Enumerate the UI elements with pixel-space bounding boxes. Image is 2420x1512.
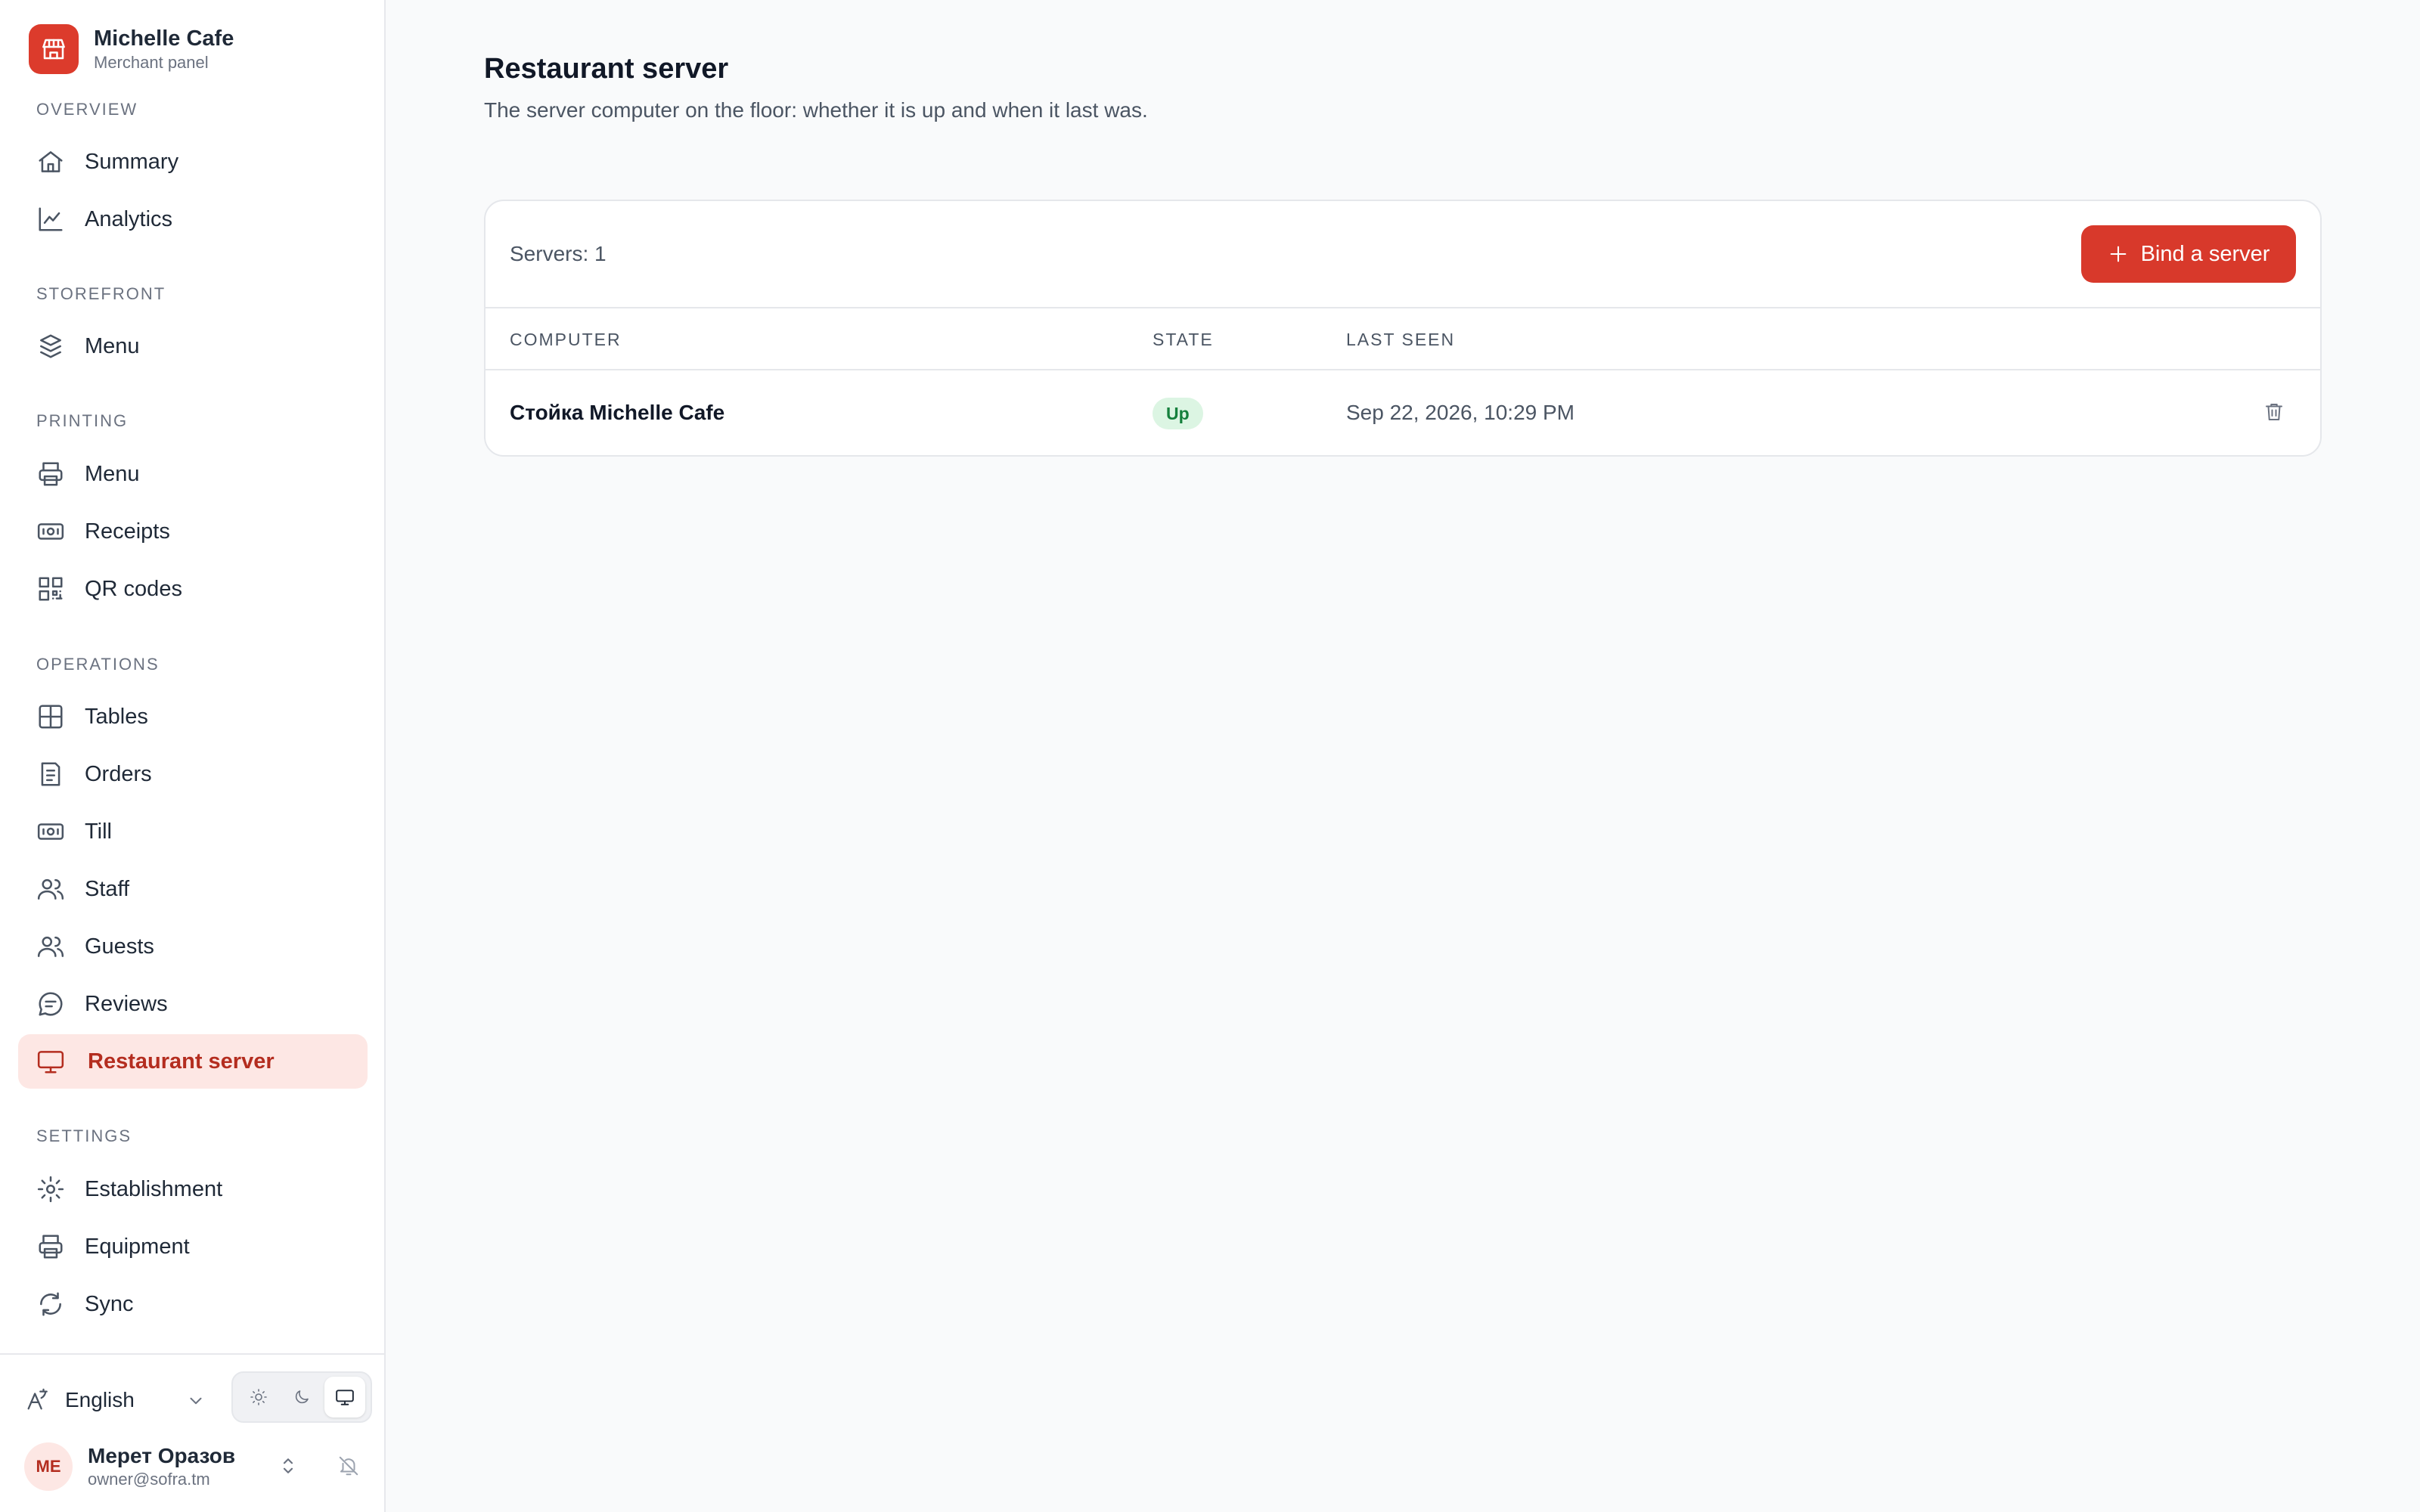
cash-icon <box>36 817 65 846</box>
sidebar-item-tables[interactable]: Tables <box>18 689 368 744</box>
sidebar-item-sync[interactable]: Sync <box>18 1277 368 1331</box>
brand-name: Michelle Cafe <box>94 26 234 51</box>
sidebar-item-restaurant-server[interactable]: Restaurant server <box>18 1034 368 1089</box>
banknote-icon <box>36 517 65 546</box>
sidebar-item-label: Establishment <box>85 1176 223 1201</box>
qr-code-icon <box>36 575 65 603</box>
table-row[interactable]: Стойка Michelle Cafe Up Sep 22, 2026, 10… <box>486 370 2320 455</box>
sidebar-item-summary[interactable]: Summary <box>18 135 368 189</box>
receipt-icon <box>36 760 65 789</box>
bind-server-label: Bind a server <box>2140 241 2270 266</box>
section-label-printing: PRINTING <box>36 411 129 430</box>
section-label-overview: OVERVIEW <box>36 100 138 119</box>
translate-icon <box>24 1387 50 1413</box>
moon-icon <box>293 1388 311 1406</box>
refresh-icon <box>36 1290 65 1318</box>
printer-icon <box>36 1232 65 1261</box>
printer-icon <box>36 460 65 488</box>
theme-dark-button[interactable] <box>281 1377 322 1418</box>
sidebar-item-analytics[interactable]: Analytics <box>18 192 368 246</box>
table-header: COMPUTER STATE LAST SEEN <box>486 308 2320 370</box>
sidebar-item-label: Till <box>85 819 112 844</box>
chat-icon <box>36 990 65 1018</box>
sidebar-item-qr-codes[interactable]: QR codes <box>18 562 368 616</box>
chevron-down-icon <box>186 1391 206 1411</box>
theme-switch <box>231 1371 372 1423</box>
sidebar-item-label: Menu <box>85 333 140 358</box>
sidebar-item-label: Reviews <box>85 991 168 1016</box>
computer-name: Стойка Michelle Cafe <box>510 401 725 424</box>
sidebar-item-label: Equipment <box>85 1234 190 1259</box>
sidebar-item-label: Guests <box>85 934 154 959</box>
plus-icon <box>2108 243 2129 265</box>
chart-line-icon <box>36 205 65 234</box>
section-label-settings: SETTINGS <box>36 1126 132 1145</box>
monitor-icon <box>36 1047 65 1076</box>
servers-card: Servers: 1 Bind a server COMPUTER STATE … <box>484 200 2322 457</box>
sidebar-item-label: Analytics <box>85 206 173 231</box>
section-label-operations: OPERATIONS <box>36 655 160 674</box>
page-subtitle: The server computer on the floor: whethe… <box>484 98 1148 122</box>
column-header-state[interactable]: STATE <box>1153 330 1214 350</box>
language-select[interactable]: English <box>24 1377 206 1423</box>
user-email: owner@sofra.tm <box>88 1470 210 1489</box>
brand[interactable]: Michelle Cafe Merchant panel <box>29 24 234 74</box>
brand-subtitle: Merchant panel <box>94 53 209 72</box>
home-icon <box>36 147 65 176</box>
storefront-icon <box>29 24 79 74</box>
sidebar-item-reviews[interactable]: Reviews <box>18 977 368 1031</box>
bell-off-icon[interactable] <box>337 1455 360 1477</box>
sidebar-item-label: Summary <box>85 149 179 174</box>
sidebar-item-label: Tables <box>85 704 148 729</box>
sidebar: Michelle Cafe Merchant panel OVERVIEW Su… <box>0 0 386 1512</box>
sidebar-item-label: Restaurant server <box>88 1049 275 1074</box>
main-content: Restaurant server The server computer on… <box>386 0 2420 1512</box>
sidebar-item-label: Receipts <box>85 519 170 544</box>
theme-system-button[interactable] <box>324 1377 365 1418</box>
sidebar-item-label: Orders <box>85 761 152 786</box>
theme-light-button[interactable] <box>238 1377 279 1418</box>
section-label-storefront: STOREFRONT <box>36 284 166 303</box>
sidebar-item-label: Sync <box>85 1291 134 1316</box>
sidebar-item-receipts[interactable]: Receipts <box>18 504 368 559</box>
sidebar-item-staff[interactable]: Staff <box>18 862 368 916</box>
language-label: English <box>65 1388 135 1411</box>
column-header-computer[interactable]: COMPUTER <box>510 330 622 350</box>
chevrons-up-down-icon <box>277 1455 299 1477</box>
trash-icon[interactable] <box>2263 401 2285 423</box>
avatar: ME <box>24 1442 73 1491</box>
sun-icon <box>250 1388 268 1406</box>
user-name: Мерет Оразов <box>88 1444 236 1467</box>
guests-icon <box>36 932 65 961</box>
sidebar-item-label: Staff <box>85 876 130 901</box>
sidebar-item-guests[interactable]: Guests <box>18 919 368 974</box>
user-menu[interactable]: ME Мерет Оразов owner@sofra.tm <box>24 1436 372 1497</box>
sidebar-item-label: Menu <box>85 461 140 486</box>
sidebar-item-printing-menu[interactable]: Menu <box>18 447 368 501</box>
sidebar-item-storefront-menu[interactable]: Menu <box>18 319 368 373</box>
bind-server-button[interactable]: Bind a server <box>2081 225 2296 283</box>
column-header-last-seen[interactable]: LAST SEEN <box>1346 330 1455 350</box>
grid-icon <box>36 702 65 731</box>
sidebar-item-equipment[interactable]: Equipment <box>18 1219 368 1274</box>
page-title: Restaurant server <box>484 53 729 85</box>
gear-icon <box>36 1175 65 1204</box>
sidebar-item-till[interactable]: Till <box>18 804 368 859</box>
status-badge: Up <box>1153 398 1203 429</box>
monitor-icon <box>335 1387 355 1407</box>
users-icon <box>36 875 65 903</box>
sidebar-item-establishment[interactable]: Establishment <box>18 1162 368 1216</box>
sidebar-item-orders[interactable]: Orders <box>18 747 368 801</box>
servers-count: Servers: 1 <box>510 242 607 265</box>
box-stack-icon <box>36 332 65 361</box>
last-seen: Sep 22, 2026, 10:29 PM <box>1346 401 1575 424</box>
card-header: Servers: 1 Bind a server <box>486 201 2320 308</box>
sidebar-footer: English ME Мерет Оразов owner@sofra.tm <box>0 1353 384 1512</box>
sidebar-item-label: QR codes <box>85 576 182 601</box>
